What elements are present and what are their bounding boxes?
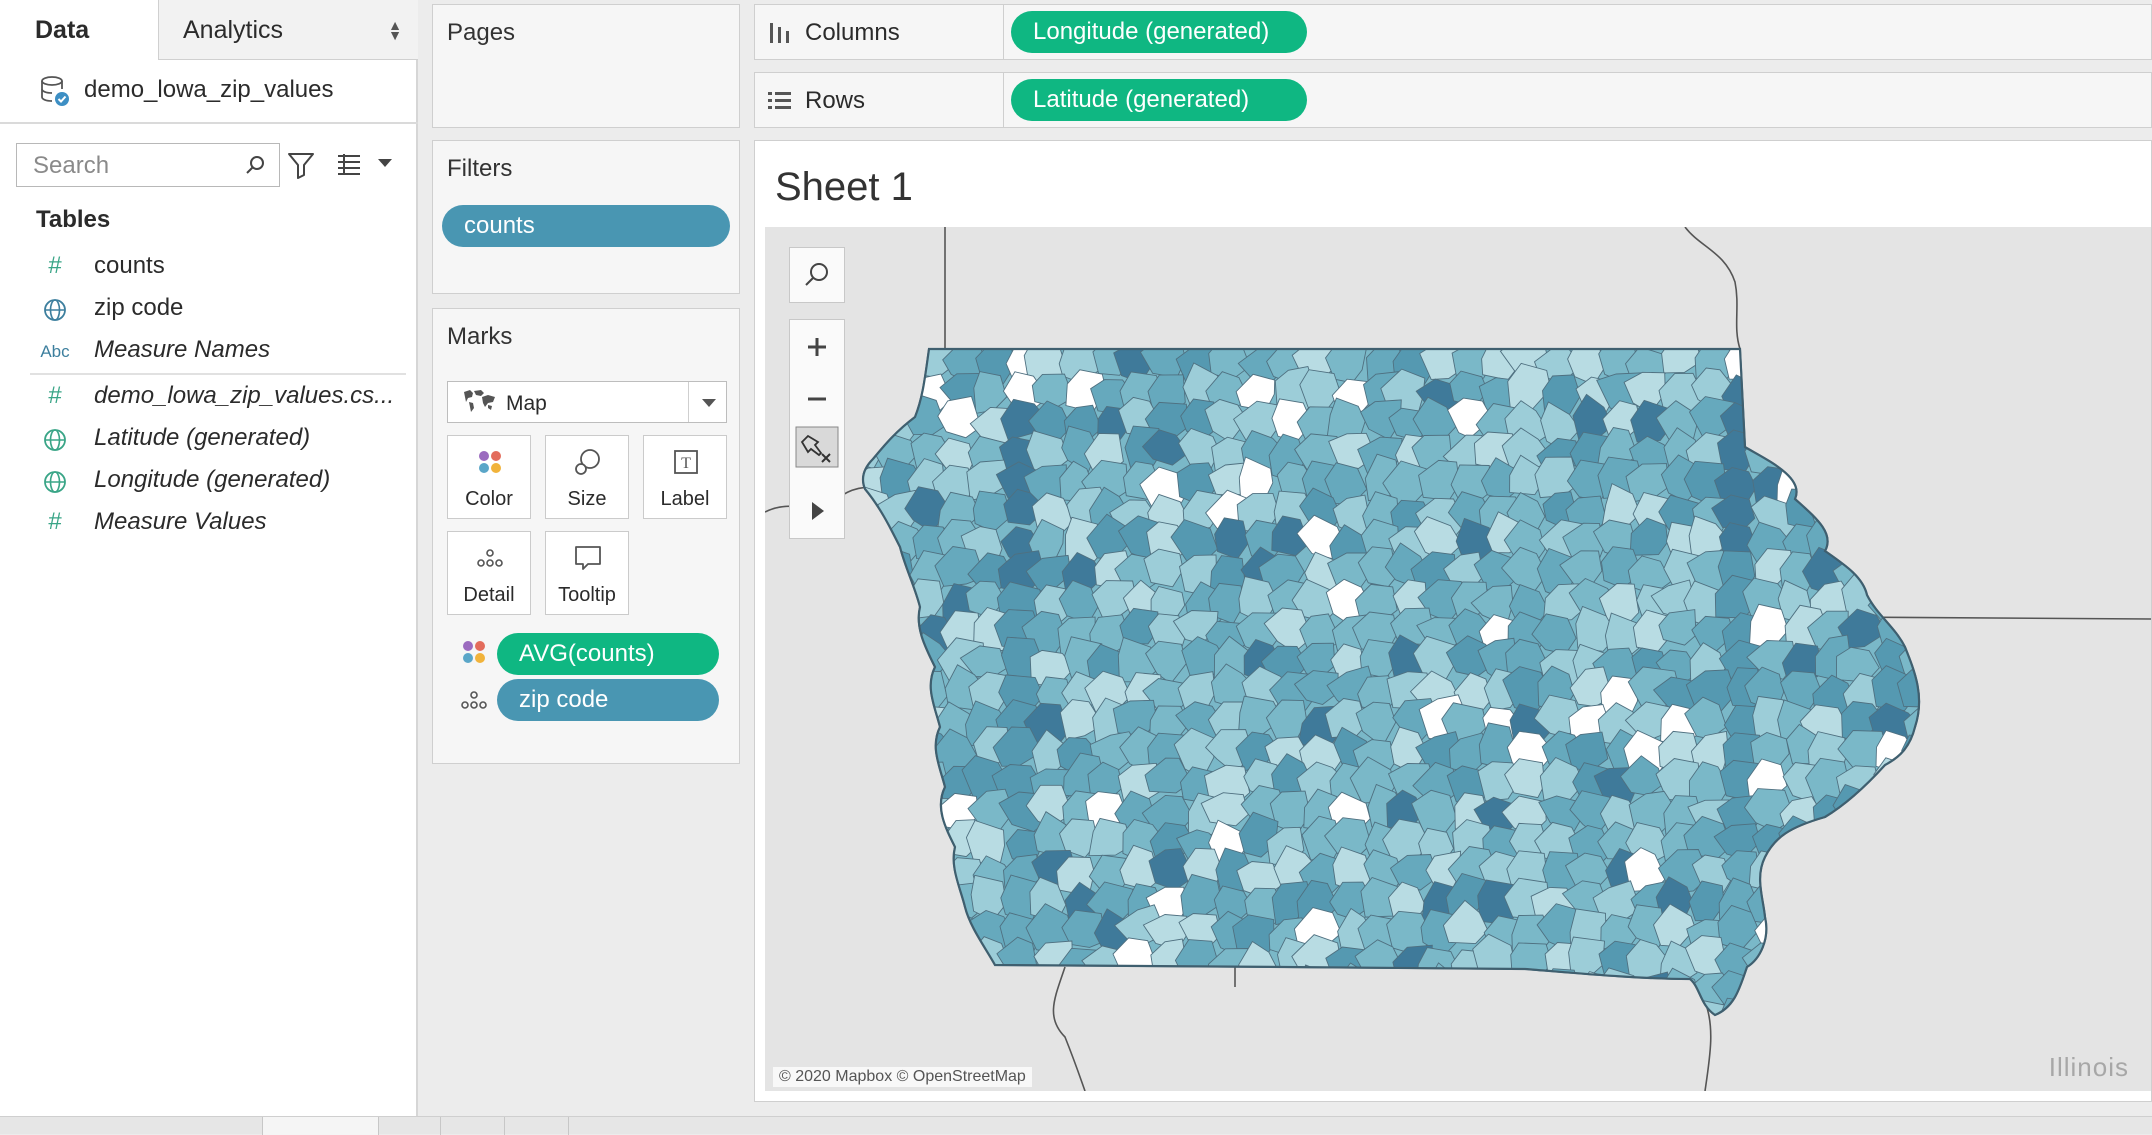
sheet-tab-bar	[0, 1116, 2152, 1135]
size-button[interactable]: Size	[545, 435, 629, 519]
datasource-name: demo_lowa_zip_values	[84, 76, 334, 103]
sheet-tab[interactable]	[504, 1117, 569, 1135]
zoom-in-icon[interactable]	[790, 322, 844, 372]
sheet-tab[interactable]	[262, 1117, 379, 1135]
globe-icon	[44, 299, 66, 321]
field-measure-names[interactable]: Abc Measure Names	[0, 332, 418, 372]
pages-card[interactable]: Pages	[432, 4, 740, 128]
size-icon	[575, 449, 600, 475]
field-name: Longitude (generated)	[94, 466, 331, 493]
field-counts[interactable]: # counts	[0, 248, 418, 288]
marks-title: Marks	[447, 323, 513, 350]
unpin-map-icon[interactable]	[790, 422, 844, 472]
columns-label: Columns	[805, 19, 900, 46]
color-icon	[463, 641, 485, 663]
color-icon	[479, 451, 501, 473]
zoom-out-icon[interactable]	[790, 374, 844, 424]
columns-pill-longitude[interactable]: Longitude (generated)	[1011, 11, 1307, 53]
color-button[interactable]: Color	[447, 435, 531, 519]
search-input[interactable]: Search	[16, 143, 280, 187]
filters-title: Filters	[447, 155, 513, 182]
divider	[1003, 73, 1004, 127]
divider	[0, 122, 418, 124]
pages-title: Pages	[447, 19, 516, 46]
label-label: Label	[660, 488, 710, 510]
detail-label: Detail	[463, 584, 515, 606]
tab-analytics[interactable]: Analytics ▲ ▼	[158, 0, 418, 60]
field-name: demo_lowa_zip_values.cs...	[94, 382, 395, 409]
tab-data[interactable]: Data	[0, 0, 158, 60]
detail-icon	[477, 549, 503, 567]
map-search-button[interactable]	[789, 247, 845, 303]
sort-arrows-icon: ▲ ▼	[388, 17, 402, 43]
divider	[568, 1117, 571, 1135]
search-placeholder: Search	[33, 152, 110, 179]
world-map-icon	[464, 390, 495, 412]
sheet-title[interactable]: Sheet 1	[775, 165, 913, 210]
field-name: Measure Names	[94, 336, 271, 363]
neighbor-state-label: Illinois	[2048, 1052, 2129, 1082]
map-canvas[interactable]: © 2020 Mapbox © OpenStreetMap Illinois	[765, 227, 2151, 1091]
tab-analytics-label: Analytics	[183, 16, 284, 44]
field-name: Latitude (generated)	[94, 424, 311, 451]
filter-pill-counts[interactable]: counts	[442, 205, 730, 247]
data-pane: Data Analytics ▲ ▼ demo_lowa_zip_values S…	[0, 0, 418, 1116]
tooltip-button[interactable]: Tooltip	[545, 531, 629, 615]
detail-button[interactable]: Detail	[447, 531, 531, 615]
color-pill-avg-counts[interactable]: AVG(counts)	[497, 633, 719, 675]
sheet-view: Sheet 1 © 2020 Mapbox © OpenStreetMap Il…	[754, 140, 2152, 1102]
field-record-count[interactable]: # demo_lowa_zip_values.cs...	[0, 378, 418, 418]
sheet-tab[interactable]	[378, 1117, 441, 1135]
detail-pill-zip-code[interactable]: zip code	[497, 679, 719, 721]
rows-label: Rows	[805, 87, 866, 114]
detail-icon	[461, 691, 487, 709]
measure-icon: #	[48, 252, 62, 279]
field-longitude[interactable]: Longitude (generated)	[0, 462, 418, 502]
datasource-icon	[41, 76, 69, 106]
mark-type-dropdown[interactable]: Map	[447, 381, 727, 423]
tooltip-icon	[575, 546, 601, 570]
map-attribution[interactable]: © 2020 Mapbox © OpenStreetMap	[773, 1067, 1032, 1087]
text-label-icon: T	[674, 450, 698, 474]
field-name: Measure Values	[94, 508, 267, 535]
rows-shelf[interactable]: Rows Latitude (generated)	[754, 72, 2152, 128]
list-view-icon[interactable]	[336, 152, 362, 176]
text-type-icon: Abc	[40, 342, 70, 361]
search-icon	[246, 156, 264, 174]
filter-icon[interactable]	[286, 150, 316, 180]
map-toolbar	[789, 319, 845, 539]
divider	[688, 382, 689, 422]
measure-icon: #	[48, 508, 62, 535]
sheet-tab[interactable]	[440, 1117, 505, 1135]
field-latitude[interactable]: Latitude (generated)	[0, 420, 418, 460]
field-measure-values[interactable]: # Measure Values	[0, 504, 418, 544]
divider	[1003, 5, 1004, 59]
columns-shelf[interactable]: Columns Longitude (generated)	[754, 4, 2152, 60]
field-name: counts	[94, 252, 165, 279]
marks-card: Marks Map Color Size T Label Detail Tool…	[432, 308, 740, 764]
columns-icon	[770, 23, 789, 43]
search-icon	[805, 263, 828, 286]
svg-text:T: T	[681, 455, 691, 472]
field-name: zip code	[94, 294, 184, 321]
tables-heading: Tables	[36, 206, 111, 233]
measure-icon: #	[48, 382, 62, 409]
size-label: Size	[567, 488, 607, 510]
rows-pill-latitude[interactable]: Latitude (generated)	[1011, 79, 1307, 121]
map-svg	[765, 227, 2151, 1091]
globe-icon	[44, 429, 66, 451]
rows-icon	[768, 92, 791, 109]
tooltip-label: Tooltip	[558, 584, 616, 606]
filters-card[interactable]: Filters counts	[432, 140, 740, 294]
divider	[30, 373, 406, 375]
label-button[interactable]: T Label	[643, 435, 727, 519]
chevron-down-icon[interactable]	[376, 154, 394, 172]
field-zip-code[interactable]: zip code	[0, 290, 418, 330]
expand-toolbar-icon[interactable]	[790, 486, 844, 536]
mark-type-label: Map	[506, 392, 547, 415]
color-label: Color	[465, 488, 513, 510]
chevron-down-icon	[702, 399, 716, 407]
globe-icon	[44, 471, 66, 493]
